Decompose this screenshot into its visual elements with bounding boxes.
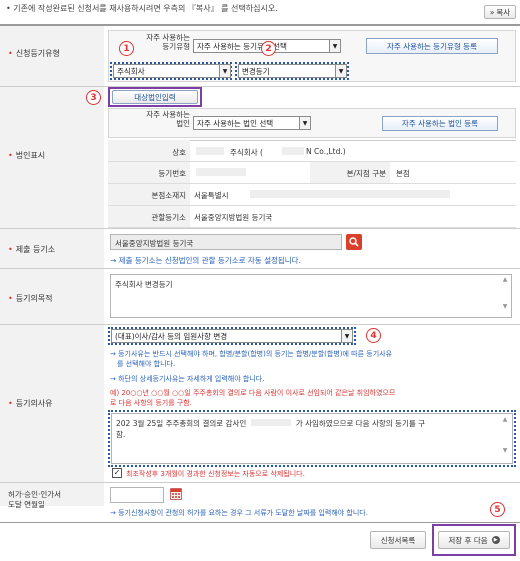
redacted-block: [282, 147, 304, 155]
redacted-block: [251, 419, 292, 426]
calendar-icon[interactable]: [170, 488, 182, 500]
chevron-down-icon: ▼: [335, 65, 346, 77]
reason-select[interactable]: (대표)이사/감사 등의 임원사항 변경 ▼: [111, 329, 353, 343]
callout-3: 3: [86, 90, 101, 105]
auto-delete-checkbox[interactable]: ✓: [112, 468, 122, 478]
arrow-right-icon: ▶: [491, 536, 500, 544]
redacted-block: [250, 190, 450, 198]
corp-kind-select[interactable]: 주식회사 ▼: [113, 64, 231, 78]
chevron-down-icon: ▼: [219, 65, 230, 77]
callout-1: 1: [119, 41, 134, 56]
reason-example-1: 예) 20○○년 ○○월 ○○일 주주총회의 결의로 다음 사람이 이사로 선임…: [110, 389, 396, 397]
freq-corp-label: 자주 사용하는 법인: [146, 110, 190, 128]
chevron-down-icon: ▼: [341, 330, 352, 342]
callout-4: 4: [366, 328, 381, 343]
address-label: 본점소재지: [151, 191, 187, 200]
freq-corp-select[interactable]: 자주 사용하는 법인 선택 ▼: [193, 116, 311, 130]
reason-example-2: 로 다음 사항의 등기를 구함.: [110, 399, 192, 407]
purpose-text: 주식회사 변경등기: [115, 280, 173, 289]
target-corp-input-button[interactable]: 대상법인입력: [112, 90, 198, 104]
callout-5: 5: [490, 502, 505, 517]
branch-value: 본점: [396, 169, 410, 178]
freq-reg-type-register-button[interactable]: 자주 사용하는 등기유형 등록: [366, 38, 498, 54]
redacted-block: [196, 168, 246, 176]
freq-corp-register-button[interactable]: 자주 사용하는 법인 등록: [382, 116, 498, 131]
purpose-textarea[interactable]: 주식회사 변경등기: [110, 274, 512, 318]
chevron-down-icon: ▼: [329, 40, 340, 52]
reason-note-2: → 하단의 상세등기사유는 자세하게 입력해야 합니다.: [110, 375, 265, 383]
submit-office-label: • 제출 등기소: [8, 245, 56, 254]
reason-text-line-1b: 가 사임하였으므로 다음 사항의 등기를 구: [295, 419, 426, 428]
search-icon: [349, 237, 359, 247]
application-list-button[interactable]: 신청서목록: [370, 531, 426, 549]
scrollbar[interactable]: ▲ ▼: [500, 416, 510, 460]
chevron-down-icon: ▼: [299, 117, 310, 129]
save-next-button[interactable]: 저장 후 다음 ▶: [438, 531, 510, 549]
branch-label: 본/지점 구분: [346, 169, 386, 178]
copy-prefix: »: [489, 7, 495, 17]
address-value: 서울특별시: [194, 191, 229, 200]
corp-display-label: • 법인표시: [8, 151, 46, 160]
purpose-label: • 등기의목적: [8, 294, 53, 303]
reg-no-label: 등기번호: [158, 169, 186, 178]
office-value: 서울중앙지방법원 등기국: [194, 213, 273, 222]
search-button[interactable]: [346, 234, 362, 250]
reason-note-1: → 등기사유는 반드시 선택해야 하며, 합병/분할(합병)의 등기는 합병/분…: [110, 350, 393, 358]
copy-button[interactable]: » 복사: [484, 5, 516, 19]
reg-kind-select[interactable]: 변경등기 ▼: [238, 64, 347, 78]
permit-date-input[interactable]: [110, 487, 164, 503]
reg-type-label: • 신청등기유형: [8, 49, 60, 58]
submit-office-note: → 제출 등기소는 신청법인의 관할 등기소로 자동 설정됩니다.: [110, 256, 301, 265]
auto-delete-note: 최조작성후 3개월이 경과한 신청정보는 자동으로 삭제됩니다.: [126, 470, 305, 478]
reason-note-1b: 를 선택해야 합니다.: [117, 360, 176, 368]
redacted-block: [196, 147, 224, 155]
callout-2: 2: [261, 41, 276, 56]
submit-office-input[interactable]: 서울중앙지방법원 등기국: [110, 234, 342, 250]
trade-name-label: 상호: [172, 148, 186, 157]
permit-note: → 등기신청사항이 관청의 허가를 요하는 경우 그 서류가 도달한 날짜를 입…: [110, 509, 368, 517]
permit-label: 허가·승인·인가서 도달 연월일: [8, 490, 62, 509]
reason-text-line-2: 함.: [116, 430, 126, 439]
top-note: • 기존에 작성완료된 신청서를 재사용하시려면 우측의 『복사』 를 선택하십…: [6, 4, 278, 13]
reason-textarea[interactable]: 202 3월 25일 주주총회의 결의로 감사인 가 사임하였으므로 다음 사항…: [111, 413, 513, 464]
copy-button-label: 복사: [496, 7, 511, 17]
scrollbar[interactable]: ▲ ▼: [500, 276, 510, 316]
trade-name-value: 주식회사 (: [230, 148, 263, 157]
save-next-label: 저장 후 다음: [448, 535, 488, 545]
reason-label: • 등기의사유: [8, 399, 53, 408]
trade-name-value-2: N Co.,Ltd.): [306, 147, 346, 156]
office-label: 관할등기소: [151, 213, 187, 222]
reason-text-line-1: 202 3월 25일 주주총회의 결의로 감사인: [116, 419, 247, 428]
